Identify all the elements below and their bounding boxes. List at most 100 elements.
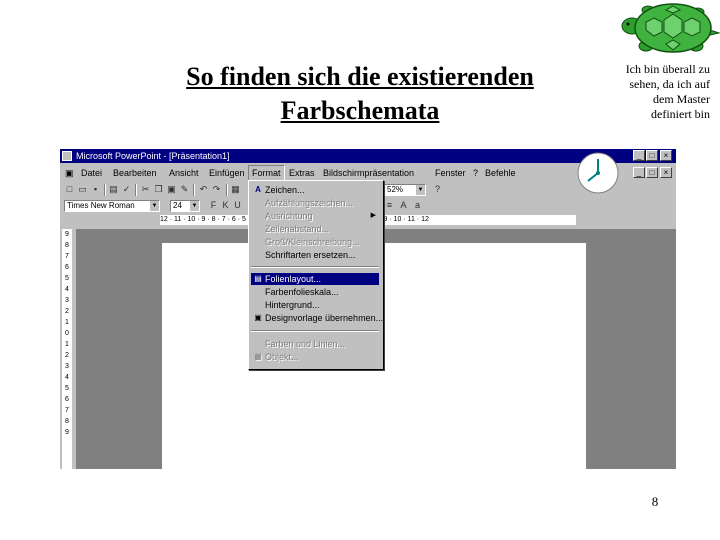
font-name-value: Times New Roman bbox=[67, 201, 135, 210]
toolbar-divider bbox=[104, 184, 106, 196]
chevron-down-icon[interactable]: ▼ bbox=[150, 201, 159, 211]
open-icon[interactable]: ▭ bbox=[77, 184, 88, 195]
format-painter-icon[interactable]: ✎ bbox=[179, 184, 190, 195]
menu-item-label: Farben und Linien... bbox=[265, 339, 346, 349]
new-icon[interactable]: □ bbox=[64, 184, 75, 195]
menu-help[interactable]: ? bbox=[470, 165, 481, 181]
slide-title-line-2: Farbschemata bbox=[280, 96, 440, 125]
cut-icon[interactable]: ✂ bbox=[140, 184, 151, 195]
menu-einfuegen[interactable]: Einfügen bbox=[206, 165, 248, 181]
menu-item-label: Groß/Kleinschreibung... bbox=[265, 237, 360, 247]
ruler-tick: 9 bbox=[65, 429, 69, 436]
paste-icon[interactable]: ▣ bbox=[166, 184, 177, 195]
menu-datei[interactable]: Datei bbox=[78, 165, 105, 181]
italic-icon[interactable]: K bbox=[220, 200, 231, 211]
font-name-combo[interactable]: Times New Roman ▼ bbox=[64, 200, 160, 212]
ruler-tick: 4 bbox=[65, 374, 69, 381]
bold-icon[interactable]: F bbox=[208, 200, 219, 211]
menu-format[interactable]: Format bbox=[248, 165, 285, 181]
ruler-tick: 7 bbox=[65, 253, 69, 260]
doc-minimize-button[interactable]: _ bbox=[633, 167, 645, 178]
ruler-tick: 8 bbox=[65, 418, 69, 425]
menu-ansicht[interactable]: Ansicht bbox=[166, 165, 202, 181]
toolbar-divider bbox=[193, 184, 195, 196]
font-size-value: 24 bbox=[173, 201, 182, 210]
page-number: 8 bbox=[651, 494, 659, 509]
ruler-tick: 6 bbox=[65, 264, 69, 271]
master-note: Ich bin überall zu sehen, da ich auf dem… bbox=[625, 62, 710, 121]
turtle-logo-icon bbox=[621, 3, 720, 53]
vertical-ruler: 9 8 7 6 5 4 3 2 1 0 1 2 3 4 5 6 7 8 9 bbox=[62, 229, 72, 469]
menu-item-0-icon[interactable]: ▣ bbox=[62, 165, 77, 181]
menu-item-zeilenabstand[interactable]: Zeilenabstand... bbox=[251, 223, 379, 235]
menu-item-hintergrund[interactable]: Hintergrund... bbox=[251, 299, 379, 311]
menu-item-label: Zeichen... bbox=[265, 185, 305, 195]
zoom-combo[interactable]: 52% ▼ bbox=[384, 184, 426, 196]
menu-item-label: Objekt... bbox=[265, 352, 299, 362]
menu-item-label: Ausrichtung bbox=[265, 211, 313, 221]
copy-icon[interactable]: ❐ bbox=[153, 184, 164, 195]
maximize-button[interactable]: □ bbox=[646, 150, 658, 161]
menu-item-label: Farbenfolieskala... bbox=[265, 287, 339, 297]
font-size-combo[interactable]: 24 ▼ bbox=[170, 200, 200, 212]
menu-item-zeichen[interactable]: A Zeichen... bbox=[251, 184, 379, 196]
ruler-tick: 1 bbox=[65, 341, 69, 348]
chevron-down-icon[interactable]: ▼ bbox=[416, 185, 425, 195]
undo-icon[interactable]: ↶ bbox=[198, 184, 209, 195]
menu-item-designvorlage[interactable]: ▣ Designvorlage übernehmen... bbox=[251, 312, 383, 324]
toolbar-divider bbox=[226, 184, 228, 196]
menu-separator bbox=[251, 330, 379, 332]
ruler-tick: 5 bbox=[65, 385, 69, 392]
chevron-down-icon[interactable]: ▼ bbox=[190, 201, 199, 211]
ruler-tick: 6 bbox=[65, 396, 69, 403]
insert-icon[interactable]: ▦ bbox=[230, 184, 241, 195]
menu-item-schriftarten-ersetzen[interactable]: Schriftarten ersetzen... bbox=[251, 249, 379, 261]
minimize-button[interactable]: _ bbox=[633, 150, 645, 161]
slide-layout-icon: ▤ bbox=[254, 274, 262, 283]
menu-bildschirmpraesentation[interactable]: Bildschirmpräsentation bbox=[320, 165, 417, 181]
zoom-value: 52% bbox=[387, 185, 404, 194]
design-template-icon: ▣ bbox=[254, 313, 262, 322]
increase-font-icon[interactable]: A bbox=[398, 200, 409, 211]
menu-item-aufzaehlungszeichen[interactable]: Aufzählungszeichen... bbox=[251, 197, 379, 209]
app-icon bbox=[62, 151, 72, 161]
slide-title: So finden sich die existierenden Farbsch… bbox=[120, 60, 600, 128]
underline-icon[interactable]: U bbox=[232, 200, 243, 211]
menu-item-label: Zeilenabstand... bbox=[265, 224, 330, 234]
doc-restore-button[interactable]: □ bbox=[646, 167, 658, 178]
window-title: Microsoft PowerPoint - [Präsentation1] bbox=[76, 151, 230, 161]
align-left-icon[interactable]: ≡ bbox=[384, 200, 395, 211]
menu-item-objekt[interactable]: ▦ Objekt... bbox=[251, 351, 379, 363]
save-icon[interactable]: ▪ bbox=[90, 184, 101, 195]
ruler-tick: 2 bbox=[65, 352, 69, 359]
office-assistant-clock-icon[interactable] bbox=[576, 151, 620, 195]
print-icon[interactable]: ▤ bbox=[108, 184, 119, 195]
menu-item-ausrichtung[interactable]: Ausrichtung ▶ bbox=[251, 210, 379, 222]
object-icon: ▦ bbox=[254, 352, 262, 361]
menu-item-folienlayout[interactable]: ▤ Folienlayout... bbox=[251, 273, 379, 285]
powerpoint-window: Microsoft PowerPoint - [Präsentation1] _… bbox=[60, 149, 676, 469]
menu-item-label: Hintergrund... bbox=[265, 300, 320, 310]
ruler-tick: 3 bbox=[65, 363, 69, 370]
close-button[interactable]: × bbox=[660, 150, 672, 161]
menu-extras[interactable]: Extras bbox=[286, 165, 318, 181]
menu-fenster[interactable]: Fenster bbox=[432, 165, 469, 181]
decrease-font-icon[interactable]: a bbox=[412, 200, 423, 211]
ruler-tick: 0 bbox=[65, 330, 69, 337]
spelling-icon[interactable]: ✓ bbox=[121, 184, 132, 195]
menu-item-label: Schriftarten ersetzen... bbox=[265, 250, 356, 260]
doc-close-button[interactable]: × bbox=[660, 167, 672, 178]
help-icon[interactable]: ? bbox=[432, 184, 443, 195]
slide-title-line-1: So finden sich die existierenden bbox=[186, 62, 534, 91]
menu-bearbeiten[interactable]: Bearbeiten bbox=[110, 165, 160, 181]
ruler-tick: 9 bbox=[65, 231, 69, 238]
ruler-tick: 4 bbox=[65, 286, 69, 293]
menu-item-grosskleinschreibung[interactable]: Groß/Kleinschreibung... bbox=[251, 236, 379, 248]
format-dropdown-menu: A Zeichen... Aufzählungszeichen... Ausri… bbox=[248, 180, 384, 370]
menu-befehle[interactable]: Befehle bbox=[482, 165, 519, 181]
menu-item-farben-und-linien[interactable]: Farben und Linien... bbox=[251, 338, 379, 350]
menu-item-farbskala[interactable]: Farbenfolieskala... bbox=[251, 286, 379, 298]
menu-separator bbox=[251, 266, 379, 268]
submenu-arrow-icon: ▶ bbox=[370, 212, 376, 219]
redo-icon[interactable]: ↷ bbox=[211, 184, 222, 195]
